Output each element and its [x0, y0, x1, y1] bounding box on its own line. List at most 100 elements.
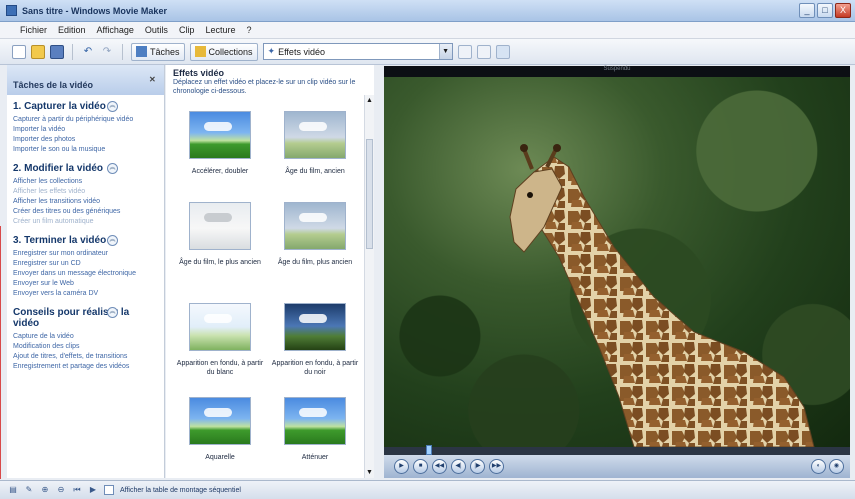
views-icon[interactable]: [495, 44, 510, 59]
task-section-tips: Conseils pour réaliser la vidéo ︽ Captur…: [7, 301, 164, 374]
scroll-up-icon[interactable]: ▲: [366, 97, 373, 104]
task-link[interactable]: Enregistrement et partage des vidéos: [13, 362, 158, 372]
task-link[interactable]: Ajout de titres, d'effets, de transition…: [13, 352, 158, 362]
effect-label: Atténuer: [301, 454, 329, 461]
movie-tasks-header: Tâches de la vidéo ✕: [7, 65, 164, 95]
effect-tile[interactable]: Aquarelle: [170, 397, 270, 462]
collection-location-value: Effets vidéo: [278, 46, 325, 57]
task-link[interactable]: Importer des photos: [13, 135, 158, 145]
task-link[interactable]: Envoyer dans un message électronique: [13, 269, 158, 279]
menu-help[interactable]: ?: [246, 25, 251, 35]
effect-label: Âge du film, plus ancien: [277, 259, 353, 266]
previous-frame-icon[interactable]: ◀|: [451, 459, 466, 474]
effect-tile[interactable]: Apparition en fondu, à partir du noir: [265, 303, 365, 377]
preview-monitor: Suspendu ▶ ■ ◀◀ ◀| |▶ ▶▶ ◐ ◉: [384, 66, 850, 478]
seek-bar[interactable]: [384, 445, 850, 455]
menu-clip[interactable]: Clip: [179, 25, 195, 35]
effect-tile[interactable]: Âge du film, plus ancien: [265, 202, 365, 267]
effect-tile[interactable]: Apparition en fondu, à partir du blanc: [170, 303, 270, 377]
effect-label: Aquarelle: [205, 454, 235, 461]
task-link[interactable]: Enregistrer sur mon ordinateur: [13, 249, 158, 259]
toolbar-separator: [72, 43, 73, 60]
task-link[interactable]: Envoyer vers la caméra DV: [13, 289, 158, 299]
show-storyboard-link[interactable]: Afficher la table de montage séquentiel: [120, 487, 241, 494]
menu-lecture[interactable]: Lecture: [205, 25, 235, 35]
close-button[interactable]: X: [835, 3, 851, 18]
up-folder-icon[interactable]: [457, 44, 472, 59]
task-link[interactable]: Modification des clips: [13, 342, 158, 352]
storyboard-icon[interactable]: [104, 485, 114, 495]
video-effects-panel: Effets vidéo Déplacez un effet vidéo et …: [166, 65, 374, 478]
menu-edition[interactable]: Edition: [58, 25, 86, 35]
effect-thumbnail: [189, 397, 251, 445]
effect-label: Accélérer, doubler: [191, 168, 249, 175]
minimize-button[interactable]: _: [799, 3, 815, 18]
collection-location-select[interactable]: ✦ Effets vidéo ▼: [262, 43, 453, 60]
window-controls: _ □ X: [799, 3, 851, 18]
video-frame: [384, 77, 850, 447]
task-link[interactable]: Afficher les collections: [13, 177, 158, 187]
task-link[interactable]: Importer le son ou la musique: [13, 145, 158, 155]
seek-handle[interactable]: [426, 445, 432, 455]
effect-tile[interactable]: Âge du film, ancien: [265, 111, 365, 176]
next-frame-icon[interactable]: |▶: [470, 459, 485, 474]
rewind-timeline-icon[interactable]: ⏮: [72, 485, 82, 495]
close-pane-icon[interactable]: ✕: [149, 75, 159, 85]
effect-tile[interactable]: Accélérer, doubler: [170, 111, 270, 176]
zoom-in-icon[interactable]: ⊕: [40, 485, 50, 495]
save-icon[interactable]: [50, 44, 64, 59]
task-link[interactable]: Envoyer sur le Web: [13, 279, 158, 289]
snapshot-icon[interactable]: ◉: [829, 459, 844, 474]
collapse-chevron-icon[interactable]: ︽: [107, 307, 118, 318]
play-icon[interactable]: ▶: [394, 459, 409, 474]
collections-button[interactable]: Collections: [189, 42, 258, 61]
menu-fichier[interactable]: Fichier: [20, 25, 47, 35]
play-timeline-icon[interactable]: ▶: [88, 485, 98, 495]
effects-scrollbar[interactable]: ▲ ▼: [364, 95, 374, 478]
narrate-icon[interactable]: ✎: [24, 485, 34, 495]
task-link[interactable]: Capture de la vidéo: [13, 332, 158, 342]
task-link[interactable]: Capturer à partir du périphérique vidéo: [13, 115, 158, 125]
scroll-thumb[interactable]: [366, 139, 373, 249]
undo-icon[interactable]: ↶: [81, 45, 95, 59]
effect-label: Âge du film, ancien: [285, 168, 345, 175]
effect-tile[interactable]: Atténuer: [265, 397, 365, 462]
collapse-chevron-icon[interactable]: ︽: [107, 163, 118, 174]
new-project-icon[interactable]: [12, 44, 26, 59]
section-title: Conseils pour réaliser la vidéo: [13, 307, 130, 329]
tasks-button[interactable]: Tâches: [131, 42, 185, 61]
toolbar-separator: [122, 43, 123, 60]
task-link[interactable]: Créer un film automatique: [13, 217, 158, 227]
scroll-down-icon[interactable]: ▼: [366, 469, 373, 476]
playback-controls: ▶ ■ ◀◀ ◀| |▶ ▶▶ ◐ ◉: [384, 455, 850, 478]
new-collection-icon[interactable]: [476, 44, 491, 59]
task-link[interactable]: Créer des titres ou des génériques: [13, 207, 158, 217]
open-icon[interactable]: [31, 44, 45, 59]
effect-thumbnail: [284, 202, 346, 250]
maximize-button[interactable]: □: [817, 3, 833, 18]
task-link[interactable]: Afficher les effets vidéo: [13, 187, 158, 197]
task-link[interactable]: Importer la vidéo: [13, 125, 158, 135]
effect-thumbnail: [284, 397, 346, 445]
timeline-icon[interactable]: ▤: [8, 485, 18, 495]
fast-forward-icon[interactable]: ▶▶: [489, 459, 504, 474]
collapse-chevron-icon[interactable]: ︽: [107, 101, 118, 112]
zoom-out-icon[interactable]: ⊖: [56, 485, 66, 495]
task-link[interactable]: Afficher les transitions vidéo: [13, 197, 158, 207]
task-section-finish: 3. Terminer la vidéo ︽ Enregistrer sur m…: [7, 229, 164, 301]
toolbar: ↶ ↷ Tâches Collections ✦ Effets vidéo ▼: [0, 39, 855, 65]
effect-tile[interactable]: Âge du film, le plus ancien: [170, 202, 270, 267]
task-link[interactable]: Enregistrer sur un CD: [13, 259, 158, 269]
stop-icon[interactable]: ■: [413, 459, 428, 474]
split-clip-icon[interactable]: ◐: [811, 459, 826, 474]
menu-affichage[interactable]: Affichage: [97, 25, 134, 35]
collapse-chevron-icon[interactable]: ︽: [107, 235, 118, 246]
task-section-edit: 2. Modifier la vidéo ︽ Afficher les coll…: [7, 157, 164, 229]
chevron-down-icon[interactable]: ▼: [438, 44, 452, 59]
rewind-icon[interactable]: ◀◀: [432, 459, 447, 474]
menu-bar: Fichier Edition Affichage Outils Clip Le…: [0, 22, 855, 39]
menu-outils[interactable]: Outils: [145, 25, 168, 35]
redo-icon[interactable]: ↷: [100, 45, 114, 59]
playback-status: Suspendu: [603, 66, 631, 72]
storyboard-toolbar: ▤ ✎ ⊕ ⊖ ⏮ ▶ Afficher la table de montage…: [0, 480, 855, 499]
